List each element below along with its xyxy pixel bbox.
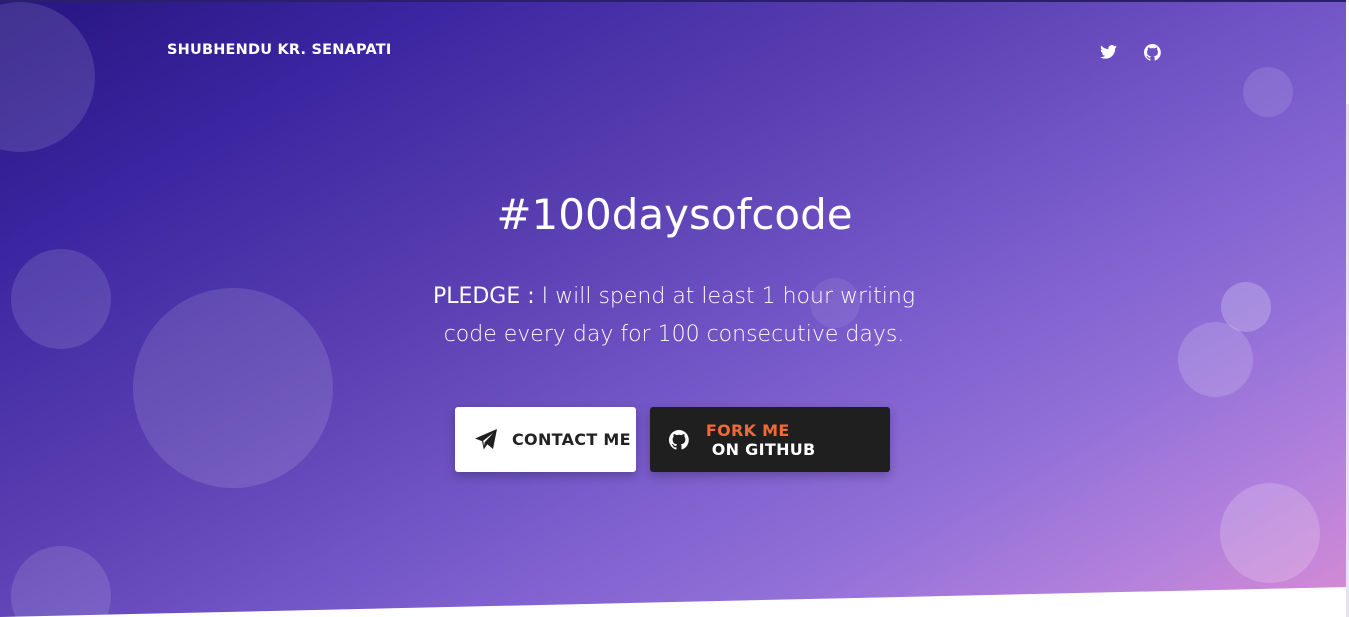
pledge-text: PLEDGE : I will spend at least 1 hour wr…: [424, 278, 924, 354]
pledge-label: PLEDGE :: [432, 284, 535, 309]
hero-section: SHUBHENDU KR. SENAPATI #100daysofcode PL…: [0, 0, 1349, 617]
github-icon: [669, 428, 692, 452]
contact-me-button[interactable]: CONTACT ME: [455, 407, 636, 472]
decorative-bubble: [1220, 483, 1320, 583]
fork-button-label: FORK ME ON GITHUB: [706, 421, 890, 459]
fork-on-github-button[interactable]: FORK ME ON GITHUB: [650, 407, 890, 472]
decorative-bubble: [1178, 322, 1253, 397]
bottom-wave: [0, 587, 1349, 617]
page-title: #100daysofcode: [496, 190, 853, 239]
decorative-bubble: [11, 249, 111, 349]
pledge-line-2: code every day for 100 consecutive days.: [443, 322, 905, 347]
pledge-line-1: I will spend at least 1 hour writing: [534, 284, 916, 309]
decorative-bubble: [1243, 67, 1293, 117]
top-border: [0, 0, 1349, 2]
paper-plane-icon: [474, 428, 498, 452]
decorative-bubble: [0, 2, 95, 152]
fork-me-accent-label: FORK ME: [705, 420, 790, 440]
decorative-bubble: [133, 288, 333, 488]
contact-me-label: CONTACT ME: [512, 430, 631, 449]
twitter-icon[interactable]: [1098, 42, 1118, 62]
on-github-label: ON GITHUB: [705, 439, 816, 459]
github-icon[interactable]: [1142, 42, 1162, 62]
brand-link[interactable]: SHUBHENDU KR. SENAPATI: [167, 42, 391, 58]
